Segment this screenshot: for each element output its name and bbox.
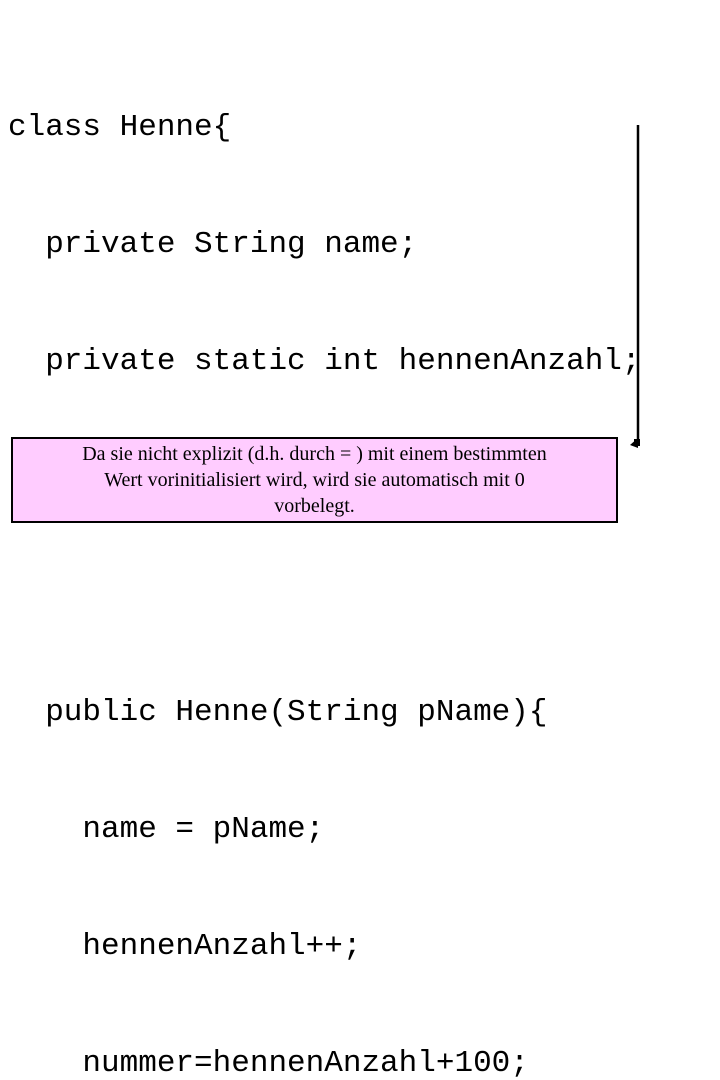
code-listing: class Henne{ private String name; privat… xyxy=(8,30,708,1080)
explanation-callout-text: Da sie nicht explizit (d.h. durch = ) mi… xyxy=(82,443,547,517)
code-line: public Henne(String pName){ xyxy=(8,695,548,730)
code-line: name = pName; xyxy=(8,812,325,847)
code-line: private String name; xyxy=(8,227,418,262)
explanation-callout-box: Da sie nicht explizit (d.h. durch = ) mi… xyxy=(11,437,618,523)
slide-canvas: class Henne{ private String name; privat… xyxy=(0,0,720,1080)
code-line: private static int hennenAnzahl; xyxy=(8,344,641,379)
code-line: class Henne{ xyxy=(8,110,232,145)
code-line: nummer=hennenAnzahl+100; xyxy=(8,1046,529,1080)
code-line: hennenAnzahl++; xyxy=(8,929,362,964)
